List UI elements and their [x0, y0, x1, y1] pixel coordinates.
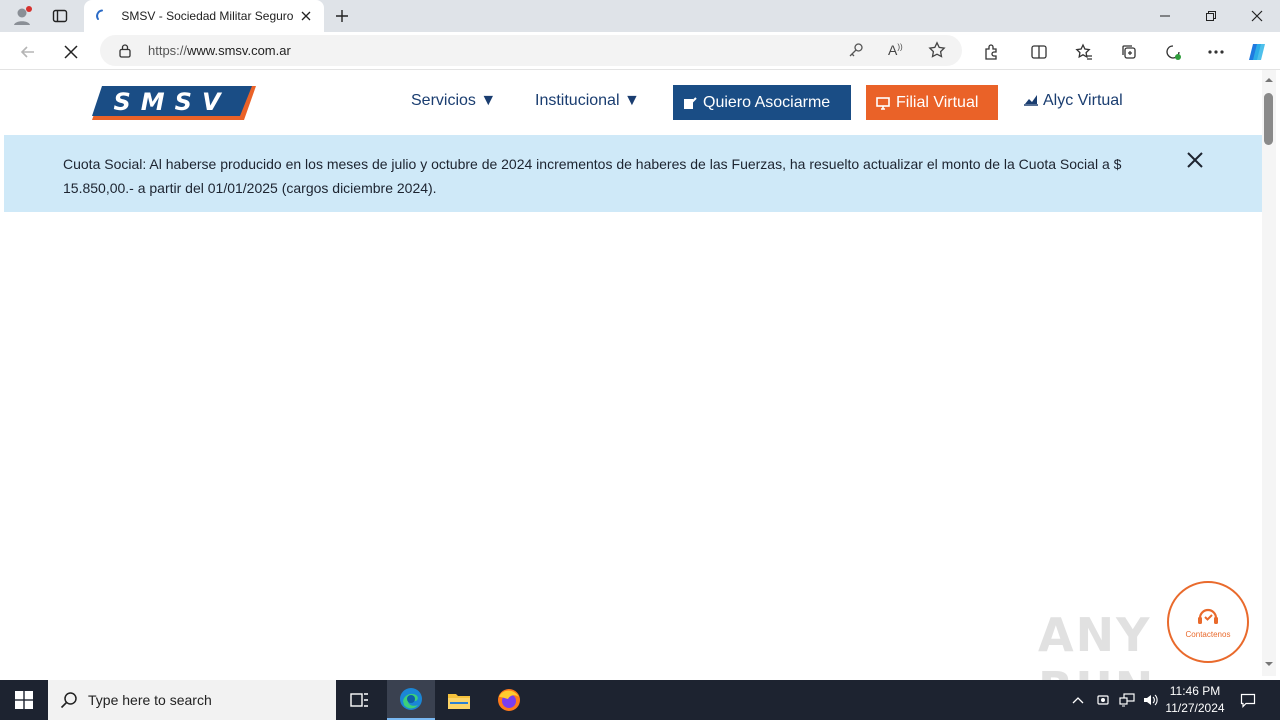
- back-icon[interactable]: [15, 39, 41, 65]
- contact-label: Contactenos: [1185, 629, 1231, 639]
- copilot-icon[interactable]: [1245, 39, 1271, 65]
- password-key-icon[interactable]: [848, 42, 864, 62]
- page-scrollbar[interactable]: [1262, 70, 1276, 676]
- nav-alyc-virtual[interactable]: Alyc Virtual: [1023, 92, 1123, 110]
- notifications-icon[interactable]: [1236, 680, 1260, 720]
- file-explorer-icon[interactable]: [435, 680, 483, 720]
- headset-icon: [1198, 608, 1218, 624]
- show-hidden-icons[interactable]: [1068, 680, 1088, 720]
- lock-icon[interactable]: [118, 43, 132, 62]
- split-screen-icon[interactable]: [1026, 39, 1052, 65]
- close-banner-icon[interactable]: [1186, 151, 1206, 171]
- contact-button[interactable]: Contactenos: [1167, 581, 1249, 663]
- active-tab[interactable]: SMSV - Sociedad Militar Seguro de Vida: [84, 0, 324, 32]
- close-window-icon[interactable]: [1234, 0, 1280, 32]
- tab-actions-icon[interactable]: [48, 4, 72, 28]
- chart-icon: [1024, 95, 1038, 106]
- banner-message: Cuota Social: Al haberse producido en lo…: [63, 156, 1122, 196]
- windows-taskbar: Type here to search 11:46 PM 11/27/2024: [0, 680, 1280, 720]
- browser-tab-bar: SMSV - Sociedad Militar Seguro de Vida: [0, 0, 1280, 32]
- url-text[interactable]: https://www.smsv.com.ar: [148, 43, 291, 58]
- clock-date: 11/27/2024: [1165, 701, 1225, 715]
- edge-taskbar-icon[interactable]: [387, 680, 435, 720]
- browser-toolbar: https://www.smsv.com.ar A)): [0, 32, 1280, 70]
- new-tab-icon[interactable]: [330, 4, 354, 28]
- loading-favicon-icon: [94, 8, 109, 24]
- meet-now-icon[interactable]: [1092, 680, 1114, 720]
- favorites-icon[interactable]: [1071, 39, 1097, 65]
- svg-text:SMSV: SMSV: [113, 88, 230, 116]
- nav-servicios[interactable]: Servicios ▼: [411, 92, 496, 110]
- filial-virtual-label: Filial Virtual: [896, 93, 979, 111]
- site-header: SMSV Servicios ▼ Institucional ▼ Quiero …: [4, 70, 1262, 135]
- address-bar[interactable]: https://www.smsv.com.ar A)): [100, 35, 962, 66]
- profile-icon[interactable]: [10, 4, 34, 28]
- minimize-icon[interactable]: [1142, 0, 1188, 32]
- close-tab-icon[interactable]: [299, 8, 314, 24]
- scroll-thumb[interactable]: [1264, 93, 1273, 145]
- tab-title: SMSV - Sociedad Militar Seguro de Vida: [121, 9, 294, 23]
- nav-institucional[interactable]: Institucional ▼: [535, 92, 640, 110]
- taskbar-search[interactable]: Type here to search: [48, 680, 336, 720]
- filial-virtual-button[interactable]: Filial Virtual: [866, 85, 998, 120]
- windows-start-icon[interactable]: [0, 680, 48, 720]
- favorite-star-icon[interactable]: [928, 41, 946, 63]
- restore-icon[interactable]: [1188, 0, 1234, 32]
- search-icon: [60, 692, 77, 709]
- monitor-icon: [876, 96, 890, 110]
- extensions-icon[interactable]: [978, 39, 1004, 65]
- edit-icon: [683, 96, 697, 110]
- quiero-asociarme-button[interactable]: Quiero Asociarme: [673, 85, 851, 120]
- clock-time: 11:46 PM: [1169, 684, 1221, 698]
- firefox-icon[interactable]: [485, 680, 533, 720]
- browser-essentials-icon[interactable]: [1160, 39, 1186, 65]
- cuota-social-banner: Cuota Social: Al haberse producido en lo…: [4, 135, 1262, 212]
- web-page: SMSV Servicios ▼ Institucional ▼ Quiero …: [4, 70, 1262, 676]
- task-view-icon[interactable]: [336, 680, 384, 720]
- settings-more-icon[interactable]: [1203, 39, 1229, 65]
- taskbar-clock[interactable]: 11:46 PM 11/27/2024: [1160, 683, 1230, 717]
- smsv-logo[interactable]: SMSV: [92, 86, 256, 120]
- collections-icon[interactable]: [1116, 39, 1142, 65]
- network-icon[interactable]: [1116, 680, 1138, 720]
- search-placeholder: Type here to search: [88, 692, 212, 708]
- scroll-up-icon[interactable]: [1262, 74, 1276, 86]
- stop-loading-icon[interactable]: [58, 39, 84, 65]
- volume-icon[interactable]: [1140, 680, 1162, 720]
- quiero-asociarme-label: Quiero Asociarme: [703, 93, 831, 111]
- read-aloud-icon[interactable]: A)): [888, 42, 903, 58]
